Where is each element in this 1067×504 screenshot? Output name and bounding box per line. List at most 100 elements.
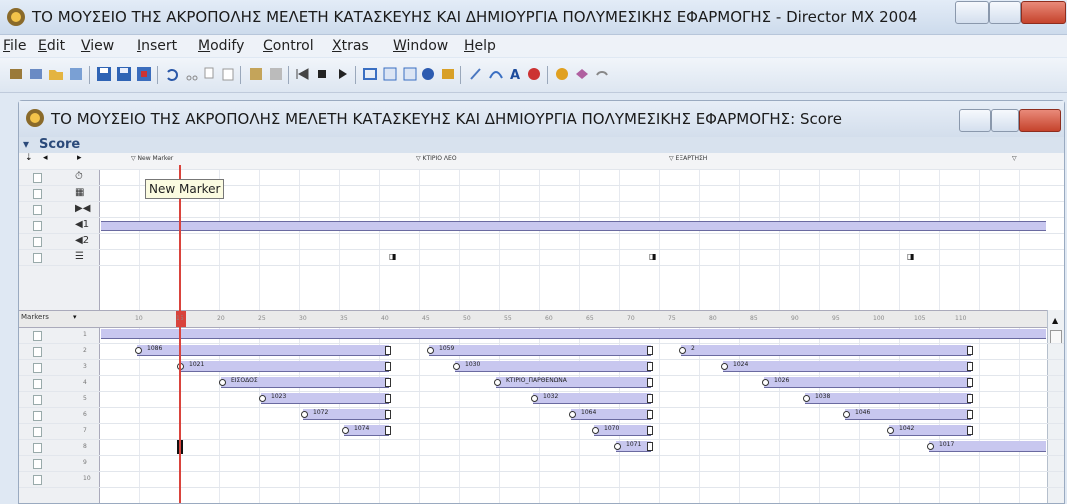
sound-sprite[interactable] [101,221,1046,231]
frame-number: 90 [791,315,799,322]
menu-file[interactable]: File [3,38,26,54]
help-icon[interactable] [594,66,610,82]
score-panel-header[interactable]: ▾ Score [19,137,1064,154]
menu-edit[interactable]: Edit [38,38,65,54]
dropdown-arrow-icon[interactable]: ▾ [73,313,77,321]
sprite-bar[interactable]: 2 [679,345,973,356]
sprite-bar[interactable]: ΚΤΙΡΙΟ_ΠΑΡΘΕΝΩΝΑ [494,377,653,388]
collapse-arrow-icon[interactable]: ▾ [23,137,29,151]
transition-channel[interactable]: ▶◀ [19,201,1064,218]
menu-window[interactable]: Window [393,38,448,54]
save-all-icon[interactable] [116,66,132,82]
stage-icon[interactable] [362,66,378,82]
sound-channel-1[interactable]: ◀1 [19,217,1064,234]
sprite-bar[interactable]: 1064 [569,409,653,420]
paste-icon[interactable] [220,66,236,82]
new-cast-icon[interactable] [28,66,44,82]
score-close-button[interactable] [1019,109,1061,132]
sprite-channel-10[interactable]: 10 [19,471,1064,488]
score-minimize-button[interactable] [959,109,991,132]
sprite-bar[interactable]: 1017 [927,441,1046,452]
score-maximize-button[interactable] [991,109,1019,132]
menu-modify[interactable]: Modify [198,38,244,54]
new-movie-icon[interactable] [8,66,24,82]
score-window-icon[interactable] [402,66,418,82]
menu-control[interactable]: Control [263,38,314,54]
markers-menu[interactable]: Markers [21,313,49,321]
find-icon[interactable] [248,66,264,82]
cast-window-icon[interactable] [382,66,398,82]
menu-insert[interactable]: Insert [137,38,177,54]
sprite-bar[interactable]: 1038 [803,393,973,404]
script-keyframe[interactable]: ◨ [649,252,657,261]
sprite-channel-4[interactable]: 4 ΕΙΣΟΔΟΣ ΚΤΙΡΙΟ_ΠΑΡΘΕΝΩΝΑ 1026 [19,375,1064,392]
sprite-bar[interactable]: 1026 [762,377,973,388]
message-icon[interactable] [554,66,570,82]
library-icon[interactable] [440,66,456,82]
sprite-bar[interactable]: 1070 [592,425,653,436]
copy-icon[interactable] [202,66,218,82]
behavior-library-icon[interactable] [574,66,590,82]
frame-ruler[interactable]: Markers ▾ 101520253035404550556065707580… [19,310,1064,328]
paint-icon[interactable] [468,66,484,82]
save-icon[interactable] [96,66,112,82]
sprite-bar[interactable]: 1074 [342,425,391,436]
open-icon[interactable] [48,66,64,82]
sound-channel-2[interactable]: ◀2 [19,233,1064,250]
import-icon[interactable] [68,66,84,82]
sprite-channel-6[interactable]: 6 1072 1064 1046 [19,407,1064,424]
marker-right-icon[interactable]: ▸ [77,153,82,163]
sprite-channel-2[interactable]: 2 1086 1059 2 [19,343,1064,360]
marker-new-marker[interactable]: ▽ New Marker [131,155,173,162]
sprite-bar[interactable]: 1023 [259,393,391,404]
sprite-bar[interactable]: 1032 [531,393,653,404]
sprite-bar[interactable]: 1072 [301,409,391,420]
score-grid[interactable]: ⇣ ◂ ▸ ▽ New Marker ▽ ΚΤΙΡΙΟ ΛΕΟ ▽ ΕΞΑΡΤΗ… [19,153,1064,503]
sprite-channel-8[interactable]: 8 1071 1017 [19,439,1064,456]
publish-icon[interactable] [136,66,152,82]
script-keyframe[interactable]: ◨ [907,252,915,261]
marker-row[interactable]: ⇣ ◂ ▸ ▽ New Marker ▽ ΚΤΙΡΙΟ ΛΕΟ ▽ ΕΞΑΡΤΗ… [19,153,1064,170]
sprite-bar[interactable]: 1021 [177,361,391,372]
marker-left-icon[interactable]: ◂ [43,153,48,163]
sprite-channel-7[interactable]: 7 1074 1070 1042 [19,423,1064,440]
menu-xtras[interactable]: Xtras [332,38,369,54]
playhead[interactable] [179,165,181,503]
close-button[interactable] [1021,1,1066,24]
minimize-button[interactable] [955,1,989,24]
undo-icon[interactable] [164,66,180,82]
vector-shape-icon[interactable] [488,66,504,82]
sprite-channel-5[interactable]: 5 1023 1032 1038 [19,391,1064,408]
script-keyframe[interactable]: ◨ [389,252,397,261]
sprite-bar[interactable]: 1030 [453,361,653,372]
exchange-icon[interactable] [268,66,284,82]
sprite-bar[interactable]: 1024 [721,361,973,372]
play-icon[interactable] [334,66,350,82]
sprite-channel-9[interactable]: 9 [19,455,1064,472]
script-channel[interactable]: ☰ ◨ ◨ ◨ [19,249,1064,266]
sprite-bar[interactable]: 1071 [614,441,653,452]
marker-end[interactable]: ▽ [1012,155,1017,162]
maximize-button[interactable] [989,1,1021,24]
stop-icon[interactable] [314,66,330,82]
script-icon[interactable] [526,66,542,82]
marker-ktirio-leo[interactable]: ▽ ΚΤΙΡΙΟ ΛΕΟ [416,155,457,162]
menu-view[interactable]: View [81,38,114,54]
channel-number: 2 [83,347,87,354]
rewind-icon[interactable] [294,66,310,82]
property-inspector-icon[interactable] [420,66,436,82]
sprite-bar[interactable]: 1042 [887,425,973,436]
marker-eksartisi[interactable]: ▽ ΕΞΑΡΤΗΣΗ [669,155,707,162]
sprite-channel-3[interactable]: 3 1021 1030 1024 [19,359,1064,376]
sprite-bar[interactable]: 1059 [427,345,653,356]
menu-help[interactable]: Help [464,38,496,54]
sprite-bar[interactable]: 1086 [135,345,391,356]
sprite-bar[interactable] [101,329,1046,339]
text-icon[interactable]: A [508,66,524,82]
frame-number: 80 [709,315,717,322]
cut-icon[interactable] [184,66,200,82]
marker-prev-icon[interactable]: ⇣ [25,153,33,163]
sprite-bar[interactable]: ΕΙΣΟΔΟΣ [219,377,391,388]
sprite-bar[interactable]: 1046 [843,409,973,420]
sprite-channel-1[interactable]: 1 [19,327,1064,344]
